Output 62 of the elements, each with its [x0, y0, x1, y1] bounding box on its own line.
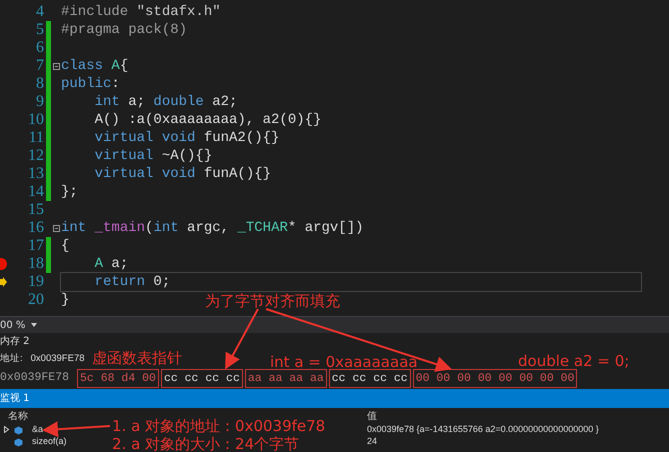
- code-line: public:: [61, 75, 121, 93]
- annotation: 2. a 对象的大小：24个字节: [112, 437, 300, 452]
- line-number: 20: [27, 291, 45, 309]
- code-line: class A{: [61, 57, 130, 75]
- code-line: A() :a(0xaaaaaaaa), a2(0){}: [94, 111, 322, 129]
- annotation: double a2 = 0;: [518, 354, 630, 369]
- line-number: 16: [27, 219, 45, 237]
- code-line: virtual void funA(){}: [94, 165, 272, 183]
- code-line: return 0;: [61, 273, 641, 291]
- line-number: 15: [27, 201, 45, 219]
- line-number: 11: [28, 129, 45, 147]
- watch-value: 24: [367, 436, 378, 448]
- line-number: 7: [35, 57, 45, 75]
- breakpoint-icon[interactable]: [0, 258, 8, 270]
- line-number: 4: [35, 3, 45, 21]
- memory-bytes: cc cc cc cc: [328, 368, 411, 388]
- memory-bytes: 5c 68 d4 00: [77, 368, 159, 388]
- code-line: A a;: [94, 255, 130, 273]
- column-header: 值: [367, 411, 377, 422]
- code-line: #pragma pack(8): [61, 21, 188, 39]
- panel-title: 内存 2: [0, 334, 30, 349]
- dropdown-icon[interactable]: [31, 323, 38, 327]
- zoom-level[interactable]: 00 %: [0, 318, 26, 332]
- line-number: 13: [27, 165, 45, 183]
- code-line: }: [61, 291, 70, 309]
- line-number: 19: [27, 273, 45, 291]
- address-field[interactable]: 0x0039FE78: [30, 352, 85, 366]
- code-line: int _tmain(int argc, _TCHAR* argv[]): [61, 219, 365, 237]
- code-line: {: [61, 237, 70, 255]
- line-number: 9: [35, 93, 45, 111]
- arrow: [42, 421, 110, 438]
- line-number: 18: [27, 255, 45, 273]
- watch-name[interactable]: &a: [32, 424, 44, 436]
- code-line: int a; double a2;: [94, 93, 238, 111]
- panel-title: 监视 1: [0, 392, 30, 406]
- annotation: int a = 0xaaaaaaaa: [270, 355, 418, 370]
- memory-bytes: cc cc cc cc: [160, 368, 243, 388]
- row-address: 0x0039FE78: [0, 370, 70, 386]
- arrow: [225, 308, 259, 370]
- line-number: 17: [27, 237, 45, 255]
- code-line: #include "stdafx.h": [61, 3, 222, 21]
- annotation: 虚函数表指针: [92, 351, 182, 366]
- annotation: 为了字节对齐而填充: [205, 294, 340, 309]
- memory-bytes: 00 00 00 00 00 00 00 00: [412, 368, 578, 388]
- code-line: };: [61, 183, 79, 201]
- watch-name[interactable]: sizeof(a): [32, 436, 67, 448]
- line-number: 10: [27, 111, 45, 129]
- code-line: virtual ~A(){}: [94, 147, 214, 165]
- line-number: 8: [35, 75, 45, 93]
- code-line: virtual void funA2(){}: [94, 129, 280, 147]
- line-number: 14: [27, 183, 45, 201]
- line-number: 6: [35, 39, 45, 57]
- watch-value: 0x0039fe78 {a=-1431655766 a2=0.00000000000000000 }: [367, 424, 599, 436]
- line-number: 5: [35, 21, 45, 39]
- memory-bytes: aa aa aa aa: [244, 368, 327, 388]
- line-number: 12: [27, 147, 45, 165]
- address-label: 地址:: [0, 352, 23, 366]
- column-header: 名称: [8, 410, 28, 424]
- expand-icon[interactable]: [4, 426, 9, 434]
- collapse-icon[interactable]: [53, 224, 60, 232]
- annotation: 1. a 对象的地址：0x0039fe78: [112, 419, 326, 434]
- collapse-icon[interactable]: [53, 62, 60, 70]
